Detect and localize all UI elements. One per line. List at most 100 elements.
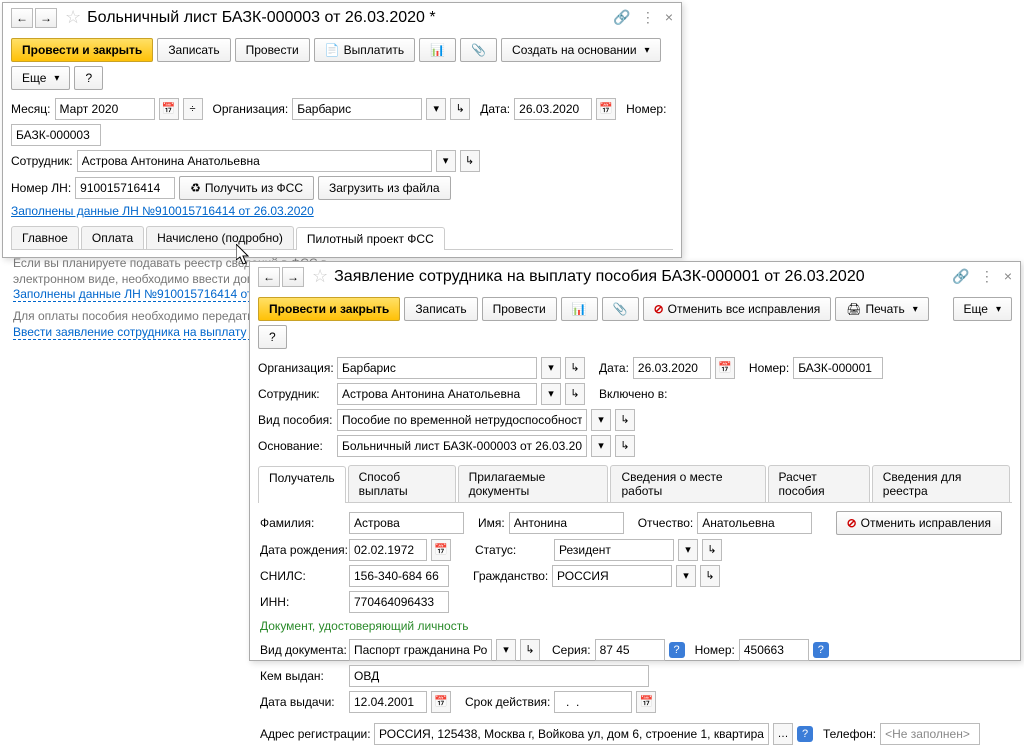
month-input[interactable] <box>55 98 155 120</box>
issue-date-input[interactable] <box>349 691 427 713</box>
pay-button[interactable]: 📄 Выплатить <box>314 38 415 62</box>
write-button[interactable]: Записать <box>157 38 230 62</box>
basis-input[interactable] <box>337 435 587 457</box>
inn-input[interactable] <box>349 591 449 613</box>
more-button[interactable]: Еще <box>953 297 1012 321</box>
dropdown-icon[interactable]: ▾ <box>676 565 696 587</box>
tab-pilot-fss[interactable]: Пилотный проект ФСС <box>296 227 445 250</box>
help-icon[interactable]: ? <box>797 726 813 742</box>
org-input[interactable] <box>337 357 537 379</box>
dropdown-icon[interactable]: ▾ <box>541 357 561 379</box>
star-icon[interactable]: ☆ <box>65 7 81 28</box>
help-button[interactable]: ? <box>258 325 287 349</box>
addr-input[interactable] <box>374 723 769 745</box>
open-icon[interactable]: ↳ <box>460 150 480 172</box>
ln-input[interactable] <box>75 177 175 199</box>
patr-input[interactable] <box>697 512 812 534</box>
close-icon[interactable]: × <box>1004 268 1012 285</box>
doc-kind-input[interactable] <box>349 639 492 661</box>
post-close-button[interactable]: Провести и закрыть <box>258 297 400 321</box>
tab-registry[interactable]: Сведения для реестра <box>872 465 1010 502</box>
more-icon[interactable]: ⋮ <box>641 9 655 26</box>
attach-button[interactable]: 📎 <box>602 297 639 321</box>
link-icon[interactable]: 🔗 <box>613 9 630 26</box>
open-icon[interactable]: ↳ <box>615 409 635 431</box>
dropdown-icon[interactable]: ▾ <box>591 435 611 457</box>
open-icon[interactable]: ↳ <box>615 435 635 457</box>
emp-input[interactable] <box>77 150 432 172</box>
stepper-icon[interactable]: ÷ <box>183 98 203 120</box>
star-icon[interactable]: ☆ <box>312 266 328 287</box>
cit-input[interactable] <box>552 565 672 587</box>
series-input[interactable] <box>595 639 665 661</box>
help-icon[interactable]: ? <box>813 642 829 658</box>
dropdown-icon[interactable]: ▾ <box>496 639 516 661</box>
help-button[interactable]: ? <box>74 66 103 90</box>
num-input[interactable] <box>793 357 883 379</box>
open-icon[interactable]: ↳ <box>700 565 720 587</box>
tab-recipient[interactable]: Получатель <box>258 466 346 503</box>
attach-button[interactable]: 📎 <box>460 38 497 62</box>
tab-attached[interactable]: Прилагаемые документы <box>458 465 609 502</box>
nav-back[interactable]: ← <box>258 267 280 287</box>
more-button[interactable]: Еще <box>11 66 70 90</box>
load-file-button[interactable]: Загрузить из файла <box>318 176 451 200</box>
open-icon[interactable]: ↳ <box>565 383 585 405</box>
num-input[interactable] <box>11 124 101 146</box>
calendar-icon[interactable]: 📅 <box>431 691 451 713</box>
data-filled-link[interactable]: Заполнены данные ЛН №910015716414 от 26.… <box>11 204 314 218</box>
dropdown-icon[interactable]: ▾ <box>541 383 561 405</box>
create-on-button[interactable]: Создать на основании <box>501 38 661 62</box>
cancel-all-button[interactable]: ⊘ Отменить все исправления <box>643 297 832 321</box>
open-icon[interactable]: ↳ <box>450 98 470 120</box>
date-input[interactable] <box>633 357 711 379</box>
dropdown-icon[interactable]: ▾ <box>436 150 456 172</box>
post-button[interactable]: Провести <box>235 38 310 62</box>
open-icon[interactable]: ↳ <box>702 539 722 561</box>
report-button[interactable]: 📊 <box>419 38 456 62</box>
link-icon[interactable]: 🔗 <box>952 268 969 285</box>
more-icon[interactable]: ⋮ <box>980 268 994 285</box>
bdate-input[interactable] <box>349 539 427 561</box>
cancel-fix-button[interactable]: ⊘ Отменить исправления <box>836 511 1002 535</box>
issued-input[interactable] <box>349 665 649 687</box>
ellipsis-icon[interactable]: … <box>773 723 793 745</box>
post-close-button[interactable]: Провести и закрыть <box>11 38 153 62</box>
tab-workplace[interactable]: Сведения о месте работы <box>610 465 765 502</box>
close-icon[interactable]: × <box>665 9 673 26</box>
status-input[interactable] <box>554 539 674 561</box>
calendar-icon[interactable]: 📅 <box>159 98 179 120</box>
help-icon[interactable]: ? <box>669 642 685 658</box>
kind-input[interactable] <box>337 409 587 431</box>
dropdown-icon[interactable]: ▾ <box>591 409 611 431</box>
print-button[interactable]: 🖨 Печать <box>835 297 929 321</box>
emp-input[interactable] <box>337 383 537 405</box>
nav-back[interactable]: ← <box>11 8 33 28</box>
dnum-input[interactable] <box>739 639 809 661</box>
calendar-icon[interactable]: 📅 <box>636 691 656 713</box>
tab-accrued[interactable]: Начислено (подробно) <box>146 226 294 249</box>
calendar-icon[interactable]: 📅 <box>596 98 616 120</box>
post-button[interactable]: Провести <box>482 297 557 321</box>
tab-payment-method[interactable]: Способ выплаты <box>348 465 456 502</box>
report-button[interactable]: 📊 <box>561 297 598 321</box>
date-input[interactable] <box>514 98 592 120</box>
name-input[interactable] <box>509 512 624 534</box>
snils-input[interactable] <box>349 565 449 587</box>
tab-main[interactable]: Главное <box>11 226 79 249</box>
calendar-icon[interactable]: 📅 <box>715 357 735 379</box>
org-input[interactable] <box>292 98 422 120</box>
nav-fwd[interactable]: → <box>35 8 57 28</box>
get-fss-button[interactable]: ♻ Получить из ФСС <box>179 176 314 200</box>
phone-input[interactable] <box>880 723 980 745</box>
calendar-icon[interactable]: 📅 <box>431 539 451 561</box>
open-icon[interactable]: ↳ <box>520 639 540 661</box>
tab-calc[interactable]: Расчет пособия <box>768 465 870 502</box>
valid-input[interactable] <box>554 691 632 713</box>
dropdown-icon[interactable]: ▾ <box>426 98 446 120</box>
dropdown-icon[interactable]: ▾ <box>678 539 698 561</box>
nav-fwd[interactable]: → <box>282 267 304 287</box>
tab-payment[interactable]: Оплата <box>81 226 144 249</box>
surname-input[interactable] <box>349 512 464 534</box>
open-icon[interactable]: ↳ <box>565 357 585 379</box>
